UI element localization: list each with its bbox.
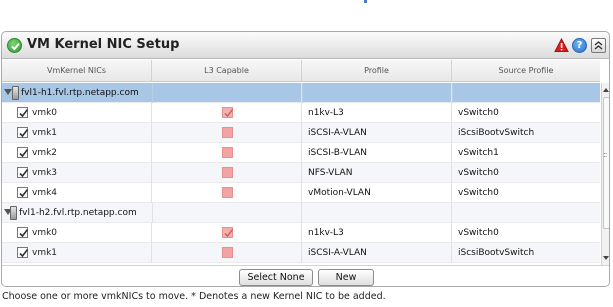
- profile-cell: n1kv-L3: [302, 223, 452, 243]
- nic-row[interactable]: vmk3 NFS-VLAN vSwitch0: [2, 163, 600, 183]
- help-icon[interactable]: ?: [572, 38, 587, 53]
- nic-row[interactable]: vmk1 iSCSI-A-VLAN iScsiBootvSwitch: [2, 243, 600, 263]
- server-icon: [10, 206, 17, 220]
- nic-row[interactable]: vmk4 vMotion-VLAN vSwitch0: [2, 183, 600, 203]
- panel-title: VM Kernel NIC Setup: [27, 37, 180, 52]
- new-button[interactable]: New: [318, 269, 374, 286]
- grid-header: VmKernel NICs L3 Capable Profile Source …: [2, 60, 600, 82]
- scroll-up-arrow-icon[interactable]: [602, 85, 609, 95]
- source-profile-cell: vSwitch0: [458, 168, 499, 178]
- vm-kernel-nic-panel: VM Kernel NIC Setup ? VmKernel NICs L3 C…: [1, 31, 610, 287]
- warning-icon[interactable]: [554, 37, 569, 53]
- nic-row[interactable]: vmk0 n1kv-L3 vSwitch0: [2, 223, 600, 243]
- top-accent-mark: [364, 0, 367, 3]
- column-header-source-profile[interactable]: Source Profile: [452, 60, 600, 82]
- hint-text: Choose one or more vmkNICs to move. * De…: [2, 291, 386, 302]
- nic-row[interactable]: vmk1 iSCSI-A-VLAN iScsiBootvSwitch: [2, 123, 600, 143]
- source-profile-cell: iScsiBootvSwitch: [458, 248, 535, 258]
- host-name: fvl1-h2.fvl.rtp.netapp.com: [19, 208, 137, 218]
- panel-footer: Select None New: [2, 265, 609, 286]
- source-profile-cell: vSwitch0: [458, 188, 499, 198]
- resize-grip-icon[interactable]: ::: [603, 150, 608, 159]
- vertical-scrollbar[interactable]: [601, 83, 609, 265]
- profile-cell: iSCSI-A-VLAN: [302, 123, 452, 143]
- scroll-down-arrow-icon[interactable]: [602, 253, 609, 263]
- profile-cell: iSCSI-B-VLAN: [302, 143, 452, 163]
- column-header-vmkernel-nics[interactable]: VmKernel NICs: [2, 60, 152, 82]
- column-header-profile[interactable]: Profile: [302, 60, 452, 82]
- nic-row[interactable]: vmk2 iSCSI-B-VLAN vSwitch1: [2, 143, 600, 163]
- nic-row[interactable]: vmk0 n1kv-L3 vSwitch0: [2, 103, 600, 123]
- collapse-icon[interactable]: [591, 38, 606, 53]
- source-profile-cell: iScsiBootvSwitch: [458, 128, 535, 138]
- source-profile-cell: vSwitch1: [458, 148, 499, 158]
- nic-grid-rows: fvl1-h1.fvl.rtp.netapp.com vmk0 n1kv-L3 …: [2, 83, 600, 265]
- select-none-button[interactable]: Select None: [239, 269, 313, 286]
- host-group-row[interactable]: fvl1-h1.fvl.rtp.netapp.com: [2, 83, 600, 103]
- profile-cell: n1kv-L3: [302, 103, 452, 123]
- profile-cell: NFS-VLAN: [302, 163, 452, 183]
- profile-cell: iSCSI-A-VLAN: [302, 243, 452, 263]
- host-group-row[interactable]: fvl1-h2.fvl.rtp.netapp.com: [2, 203, 600, 223]
- source-profile-cell: vSwitch0: [458, 228, 499, 238]
- source-profile-cell: vSwitch0: [458, 108, 499, 118]
- success-check-icon: [7, 38, 22, 53]
- profile-cell: vMotion-VLAN: [302, 183, 452, 203]
- panel-titlebar: VM Kernel NIC Setup ?: [2, 32, 609, 59]
- column-header-l3-capable[interactable]: L3 Capable: [152, 60, 302, 82]
- scroll-thumb[interactable]: [603, 97, 609, 229]
